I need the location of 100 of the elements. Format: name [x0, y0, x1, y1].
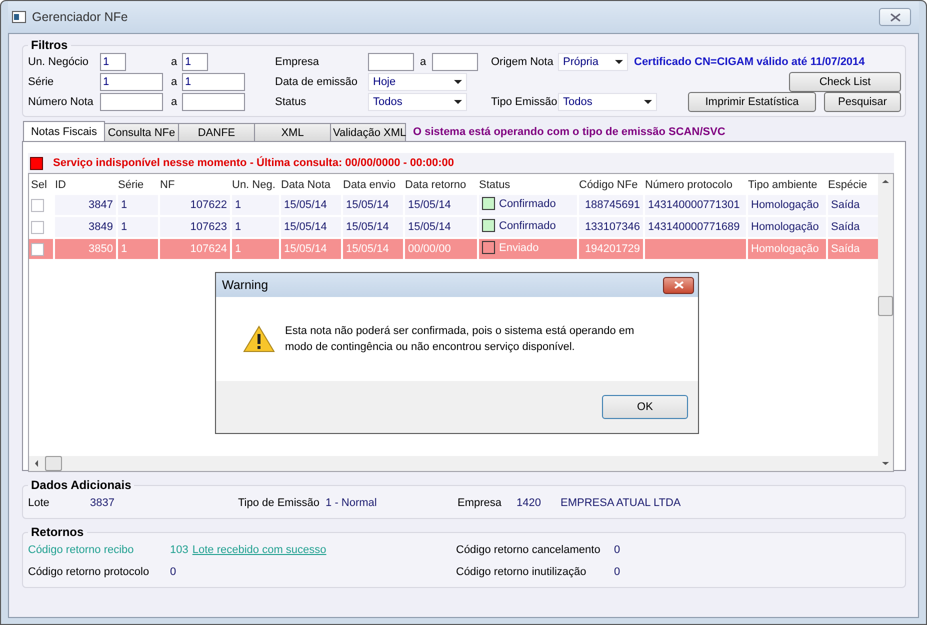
- close-button[interactable]: [879, 8, 911, 26]
- table-cell: 1: [235, 199, 242, 211]
- field-label: Empresa: [275, 56, 320, 68]
- field-label: Código retorno recibo: [28, 544, 135, 556]
- table-cell: Saída: [831, 221, 860, 233]
- column-header[interactable]: Data retorno: [403, 176, 477, 193]
- field-value: 103: [170, 544, 188, 556]
- field-label: Data de emissão: [275, 76, 359, 88]
- dialog-message: Esta nota não poderá ser confirmada, pois o sistema está operando em modo de contingência ou não encontrou serviço disponível.: [285, 324, 636, 355]
- input-field[interactable]: 1: [182, 73, 245, 91]
- close-icon: [890, 12, 900, 22]
- field-value: 0: [170, 566, 176, 578]
- column-header[interactable]: Série: [116, 176, 158, 193]
- input-field[interactable]: 1: [100, 73, 163, 91]
- table-cell: 1: [235, 221, 242, 233]
- dropdown[interactable]: Todos: [368, 93, 467, 111]
- column-header[interactable]: Un. Neg.: [230, 176, 279, 193]
- table-cell: 1: [121, 221, 128, 233]
- service-status-message: Serviço indisponível nesse momento - Última consulta: 00/00/0000 - 00:00:00: [53, 157, 454, 169]
- field-value: 0: [614, 566, 620, 578]
- table-cell: Confirmado: [499, 198, 556, 210]
- column-header[interactable]: ID: [53, 176, 116, 193]
- table-cell: 15/05/14: [284, 199, 327, 211]
- input-field[interactable]: [182, 93, 245, 111]
- table-cell: Homologação: [751, 221, 819, 233]
- column-header[interactable]: Data envio: [341, 176, 403, 193]
- scroll-thumb[interactable]: [878, 296, 893, 316]
- check-list-button[interactable]: Check List: [789, 72, 901, 92]
- checkbox[interactable]: [31, 242, 44, 256]
- horizontal-scrollbar[interactable]: [29, 456, 878, 471]
- scroll-thumb[interactable]: [45, 456, 62, 471]
- table-cell: 143140000771689: [648, 221, 740, 233]
- table-cell: 133107346: [584, 221, 640, 233]
- table-row[interactable]: 3847 1 107622 1 15/05/14 15/05/14 15/05/14 Confirmado 188745691 143140000771301 Homologação Saída: [29, 195, 878, 215]
- tab[interactable]: XML: [254, 123, 331, 141]
- column-header[interactable]: Data Nota: [279, 176, 341, 193]
- column-header[interactable]: Status: [477, 176, 577, 193]
- tab[interactable]: Notas Fiscais: [23, 121, 105, 141]
- table-cell: 15/05/14: [408, 221, 451, 233]
- field-value: 1420: [516, 497, 542, 509]
- table-cell: 15/05/14: [346, 243, 389, 255]
- input-field[interactable]: 1: [100, 53, 126, 71]
- input-field[interactable]: [432, 53, 478, 71]
- field-value: 1 - Normal: [326, 497, 378, 509]
- mode-notice: O sistema está operando com o tipo de emissão SCAN/SVC: [413, 126, 726, 138]
- field-label: Série: [28, 76, 55, 88]
- dropdown[interactable]: Própria: [558, 53, 628, 71]
- column-header[interactable]: Sel: [29, 176, 53, 193]
- table-cell: Confirmado: [499, 220, 556, 232]
- tab[interactable]: Consulta NFe: [104, 123, 179, 141]
- table-row[interactable]: 3849 1 107623 1 15/05/14 15/05/14 15/05/14 Confirmado 133107346 143140000771689 Homologação Saída: [29, 217, 878, 237]
- input-field[interactable]: 1: [182, 53, 208, 71]
- field-label: Lote: [28, 497, 50, 509]
- table-cell: Saída: [831, 243, 860, 255]
- input-field[interactable]: [368, 53, 414, 71]
- column-header[interactable]: Espécie: [826, 176, 878, 193]
- field-value: 0: [614, 544, 620, 556]
- field-label: Código retorno cancelamento: [456, 544, 602, 556]
- window-title: Gerenciador NFe: [32, 10, 128, 24]
- column-header[interactable]: Código NFe: [577, 176, 643, 193]
- table-cell: 15/05/14: [408, 199, 451, 211]
- column-header[interactable]: Tipo ambiente: [746, 176, 826, 193]
- field-label: Status: [275, 96, 308, 108]
- range-separator: a: [171, 76, 178, 88]
- table-cell: 15/05/14: [346, 221, 389, 233]
- tab[interactable]: Validação XML: [330, 123, 406, 141]
- vertical-scrollbar[interactable]: [878, 174, 893, 471]
- field-label: Código retorno inutilização: [456, 566, 588, 578]
- table-cell: Homologação: [751, 243, 819, 255]
- range-separator: a: [171, 56, 178, 68]
- print-statistics-button[interactable]: Imprimir Estatística: [688, 92, 816, 112]
- app-icon: [12, 11, 26, 23]
- table-cell: 3849: [88, 221, 113, 233]
- field-value: EMPRESA ATUAL LTDA: [560, 497, 681, 509]
- certificate-info: Certificado CN=CIGAM válido até 11/07/2014: [634, 56, 866, 68]
- column-header[interactable]: NF: [158, 176, 230, 193]
- checkbox[interactable]: [31, 198, 44, 212]
- range-separator: a: [420, 56, 428, 68]
- search-button[interactable]: Pesquisar: [824, 92, 901, 112]
- column-header[interactable]: Número protocolo: [643, 176, 746, 193]
- table-cell: Enviado: [499, 242, 539, 254]
- group-title: Retornos: [30, 525, 85, 539]
- close-button[interactable]: [663, 276, 694, 294]
- checkbox[interactable]: [31, 220, 44, 234]
- ok-button[interactable]: OK: [602, 395, 688, 419]
- field-label: Origem Nota: [491, 56, 554, 68]
- table-cell: 00/00/00: [408, 243, 451, 255]
- input-field[interactable]: [100, 93, 163, 111]
- group-title: Dados Adicionais: [30, 478, 132, 492]
- field-label: Empresa: [458, 497, 503, 509]
- table-cell: 143140000771301: [648, 199, 740, 211]
- dropdown[interactable]: Todos: [558, 93, 657, 111]
- tab[interactable]: DANFE: [178, 123, 255, 141]
- table-cell: 15/05/14: [284, 221, 327, 233]
- table-cell: 3847: [88, 199, 113, 211]
- table-cell: 1: [121, 199, 128, 211]
- table-cell: 15/05/14: [284, 243, 327, 255]
- field-value: 3837: [90, 497, 116, 509]
- field-label: Tipo Emissão: [491, 96, 558, 108]
- dropdown[interactable]: Hoje: [368, 73, 467, 91]
